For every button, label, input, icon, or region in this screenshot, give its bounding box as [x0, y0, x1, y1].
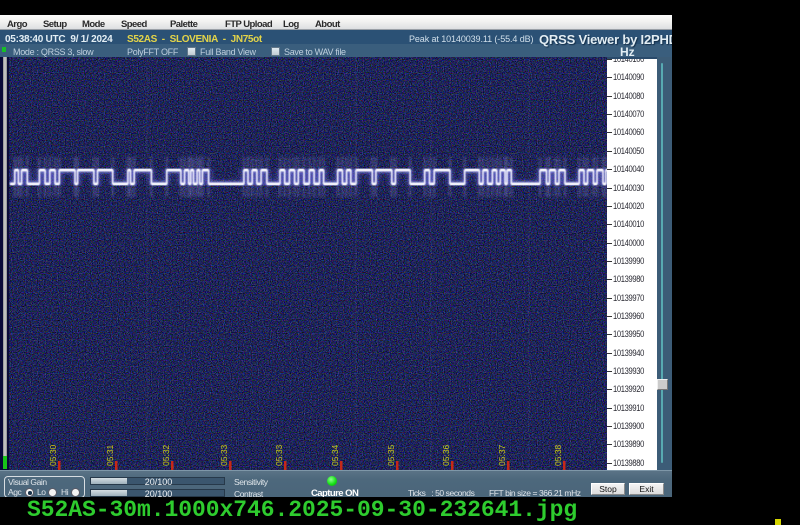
svg-text:05:36: 05:36 [441, 444, 451, 466]
svg-text:05:33: 05:33 [274, 444, 284, 466]
svg-text:05:31: 05:31 [105, 444, 115, 466]
svg-text:05:37: 05:37 [497, 444, 507, 466]
svg-text:05:34: 05:34 [330, 444, 340, 466]
svg-text:05:35: 05:35 [386, 444, 396, 466]
svg-text:05:32: 05:32 [161, 444, 171, 466]
svg-text:05:33: 05:33 [219, 444, 229, 466]
svg-text:05:38: 05:38 [553, 444, 563, 466]
svg-text:05:30: 05:30 [48, 444, 58, 466]
